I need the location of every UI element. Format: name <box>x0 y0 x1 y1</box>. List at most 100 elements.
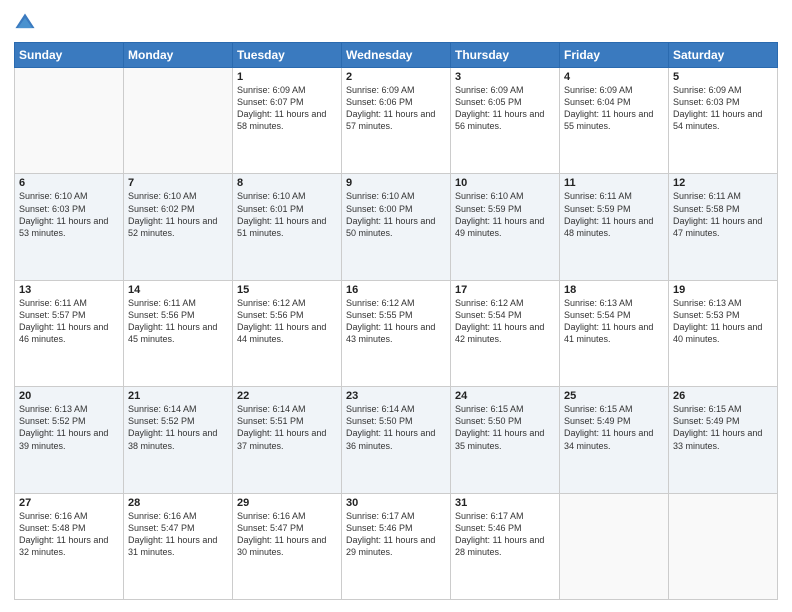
calendar-cell: 9Sunrise: 6:10 AM Sunset: 6:00 PM Daylig… <box>342 174 451 280</box>
calendar-cell <box>15 68 124 174</box>
calendar-cell: 27Sunrise: 6:16 AM Sunset: 5:48 PM Dayli… <box>15 493 124 599</box>
calendar-week-row: 6Sunrise: 6:10 AM Sunset: 6:03 PM Daylig… <box>15 174 778 280</box>
calendar-cell: 4Sunrise: 6:09 AM Sunset: 6:04 PM Daylig… <box>560 68 669 174</box>
day-info: Sunrise: 6:09 AM Sunset: 6:06 PM Dayligh… <box>346 84 446 133</box>
weekday-header: Friday <box>560 43 669 68</box>
day-info: Sunrise: 6:13 AM Sunset: 5:53 PM Dayligh… <box>673 297 773 346</box>
day-number: 22 <box>237 390 337 402</box>
day-info: Sunrise: 6:13 AM Sunset: 5:52 PM Dayligh… <box>19 403 119 452</box>
day-number: 31 <box>455 497 555 509</box>
day-info: Sunrise: 6:09 AM Sunset: 6:05 PM Dayligh… <box>455 84 555 133</box>
day-number: 25 <box>564 390 664 402</box>
calendar-cell: 28Sunrise: 6:16 AM Sunset: 5:47 PM Dayli… <box>124 493 233 599</box>
calendar-cell: 29Sunrise: 6:16 AM Sunset: 5:47 PM Dayli… <box>233 493 342 599</box>
weekday-header: Sunday <box>15 43 124 68</box>
logo <box>14 12 40 34</box>
day-info: Sunrise: 6:09 AM Sunset: 6:07 PM Dayligh… <box>237 84 337 133</box>
calendar-header: SundayMondayTuesdayWednesdayThursdayFrid… <box>15 43 778 68</box>
calendar-cell: 15Sunrise: 6:12 AM Sunset: 5:56 PM Dayli… <box>233 280 342 386</box>
day-info: Sunrise: 6:15 AM Sunset: 5:50 PM Dayligh… <box>455 403 555 452</box>
calendar-body: 1Sunrise: 6:09 AM Sunset: 6:07 PM Daylig… <box>15 68 778 600</box>
day-number: 20 <box>19 390 119 402</box>
header <box>14 12 778 34</box>
day-number: 30 <box>346 497 446 509</box>
calendar-cell: 11Sunrise: 6:11 AM Sunset: 5:59 PM Dayli… <box>560 174 669 280</box>
calendar-cell: 5Sunrise: 6:09 AM Sunset: 6:03 PM Daylig… <box>669 68 778 174</box>
calendar-cell <box>560 493 669 599</box>
calendar-cell: 1Sunrise: 6:09 AM Sunset: 6:07 PM Daylig… <box>233 68 342 174</box>
day-info: Sunrise: 6:12 AM Sunset: 5:54 PM Dayligh… <box>455 297 555 346</box>
day-info: Sunrise: 6:10 AM Sunset: 5:59 PM Dayligh… <box>455 190 555 239</box>
day-info: Sunrise: 6:11 AM Sunset: 5:57 PM Dayligh… <box>19 297 119 346</box>
day-number: 7 <box>128 177 228 189</box>
calendar-cell: 2Sunrise: 6:09 AM Sunset: 6:06 PM Daylig… <box>342 68 451 174</box>
calendar-week-row: 13Sunrise: 6:11 AM Sunset: 5:57 PM Dayli… <box>15 280 778 386</box>
weekday-header: Saturday <box>669 43 778 68</box>
day-number: 14 <box>128 284 228 296</box>
calendar-cell: 30Sunrise: 6:17 AM Sunset: 5:46 PM Dayli… <box>342 493 451 599</box>
day-number: 12 <box>673 177 773 189</box>
day-info: Sunrise: 6:14 AM Sunset: 5:50 PM Dayligh… <box>346 403 446 452</box>
day-number: 21 <box>128 390 228 402</box>
day-number: 4 <box>564 71 664 83</box>
day-info: Sunrise: 6:16 AM Sunset: 5:47 PM Dayligh… <box>237 510 337 559</box>
calendar-cell: 24Sunrise: 6:15 AM Sunset: 5:50 PM Dayli… <box>451 387 560 493</box>
day-info: Sunrise: 6:11 AM Sunset: 5:59 PM Dayligh… <box>564 190 664 239</box>
day-number: 18 <box>564 284 664 296</box>
day-number: 5 <box>673 71 773 83</box>
calendar-cell: 12Sunrise: 6:11 AM Sunset: 5:58 PM Dayli… <box>669 174 778 280</box>
day-info: Sunrise: 6:11 AM Sunset: 5:56 PM Dayligh… <box>128 297 228 346</box>
calendar-cell: 16Sunrise: 6:12 AM Sunset: 5:55 PM Dayli… <box>342 280 451 386</box>
calendar-cell: 20Sunrise: 6:13 AM Sunset: 5:52 PM Dayli… <box>15 387 124 493</box>
day-number: 29 <box>237 497 337 509</box>
weekday-header: Monday <box>124 43 233 68</box>
day-info: Sunrise: 6:10 AM Sunset: 6:03 PM Dayligh… <box>19 190 119 239</box>
day-number: 10 <box>455 177 555 189</box>
weekday-header: Tuesday <box>233 43 342 68</box>
day-number: 17 <box>455 284 555 296</box>
calendar-week-row: 27Sunrise: 6:16 AM Sunset: 5:48 PM Dayli… <box>15 493 778 599</box>
calendar-cell: 23Sunrise: 6:14 AM Sunset: 5:50 PM Dayli… <box>342 387 451 493</box>
calendar-cell: 13Sunrise: 6:11 AM Sunset: 5:57 PM Dayli… <box>15 280 124 386</box>
calendar-cell: 7Sunrise: 6:10 AM Sunset: 6:02 PM Daylig… <box>124 174 233 280</box>
day-info: Sunrise: 6:16 AM Sunset: 5:47 PM Dayligh… <box>128 510 228 559</box>
calendar-table: SundayMondayTuesdayWednesdayThursdayFrid… <box>14 42 778 600</box>
day-info: Sunrise: 6:10 AM Sunset: 6:01 PM Dayligh… <box>237 190 337 239</box>
day-number: 19 <box>673 284 773 296</box>
day-number: 28 <box>128 497 228 509</box>
calendar-cell: 6Sunrise: 6:10 AM Sunset: 6:03 PM Daylig… <box>15 174 124 280</box>
calendar-cell: 25Sunrise: 6:15 AM Sunset: 5:49 PM Dayli… <box>560 387 669 493</box>
day-number: 3 <box>455 71 555 83</box>
calendar-cell <box>124 68 233 174</box>
calendar-cell: 21Sunrise: 6:14 AM Sunset: 5:52 PM Dayli… <box>124 387 233 493</box>
weekday-row: SundayMondayTuesdayWednesdayThursdayFrid… <box>15 43 778 68</box>
weekday-header: Thursday <box>451 43 560 68</box>
day-info: Sunrise: 6:17 AM Sunset: 5:46 PM Dayligh… <box>346 510 446 559</box>
day-info: Sunrise: 6:10 AM Sunset: 6:02 PM Dayligh… <box>128 190 228 239</box>
calendar-cell: 22Sunrise: 6:14 AM Sunset: 5:51 PM Dayli… <box>233 387 342 493</box>
day-info: Sunrise: 6:15 AM Sunset: 5:49 PM Dayligh… <box>564 403 664 452</box>
day-info: Sunrise: 6:09 AM Sunset: 6:03 PM Dayligh… <box>673 84 773 133</box>
day-info: Sunrise: 6:13 AM Sunset: 5:54 PM Dayligh… <box>564 297 664 346</box>
logo-icon <box>14 12 36 34</box>
calendar-cell <box>669 493 778 599</box>
day-number: 16 <box>346 284 446 296</box>
day-number: 23 <box>346 390 446 402</box>
day-info: Sunrise: 6:17 AM Sunset: 5:46 PM Dayligh… <box>455 510 555 559</box>
calendar-cell: 26Sunrise: 6:15 AM Sunset: 5:49 PM Dayli… <box>669 387 778 493</box>
day-info: Sunrise: 6:15 AM Sunset: 5:49 PM Dayligh… <box>673 403 773 452</box>
day-info: Sunrise: 6:11 AM Sunset: 5:58 PM Dayligh… <box>673 190 773 239</box>
day-number: 8 <box>237 177 337 189</box>
day-number: 11 <box>564 177 664 189</box>
day-number: 27 <box>19 497 119 509</box>
day-number: 2 <box>346 71 446 83</box>
day-number: 24 <box>455 390 555 402</box>
calendar-cell: 14Sunrise: 6:11 AM Sunset: 5:56 PM Dayli… <box>124 280 233 386</box>
day-info: Sunrise: 6:10 AM Sunset: 6:00 PM Dayligh… <box>346 190 446 239</box>
day-number: 26 <box>673 390 773 402</box>
calendar-cell: 18Sunrise: 6:13 AM Sunset: 5:54 PM Dayli… <box>560 280 669 386</box>
day-info: Sunrise: 6:12 AM Sunset: 5:55 PM Dayligh… <box>346 297 446 346</box>
calendar-week-row: 20Sunrise: 6:13 AM Sunset: 5:52 PM Dayli… <box>15 387 778 493</box>
day-number: 13 <box>19 284 119 296</box>
calendar-week-row: 1Sunrise: 6:09 AM Sunset: 6:07 PM Daylig… <box>15 68 778 174</box>
